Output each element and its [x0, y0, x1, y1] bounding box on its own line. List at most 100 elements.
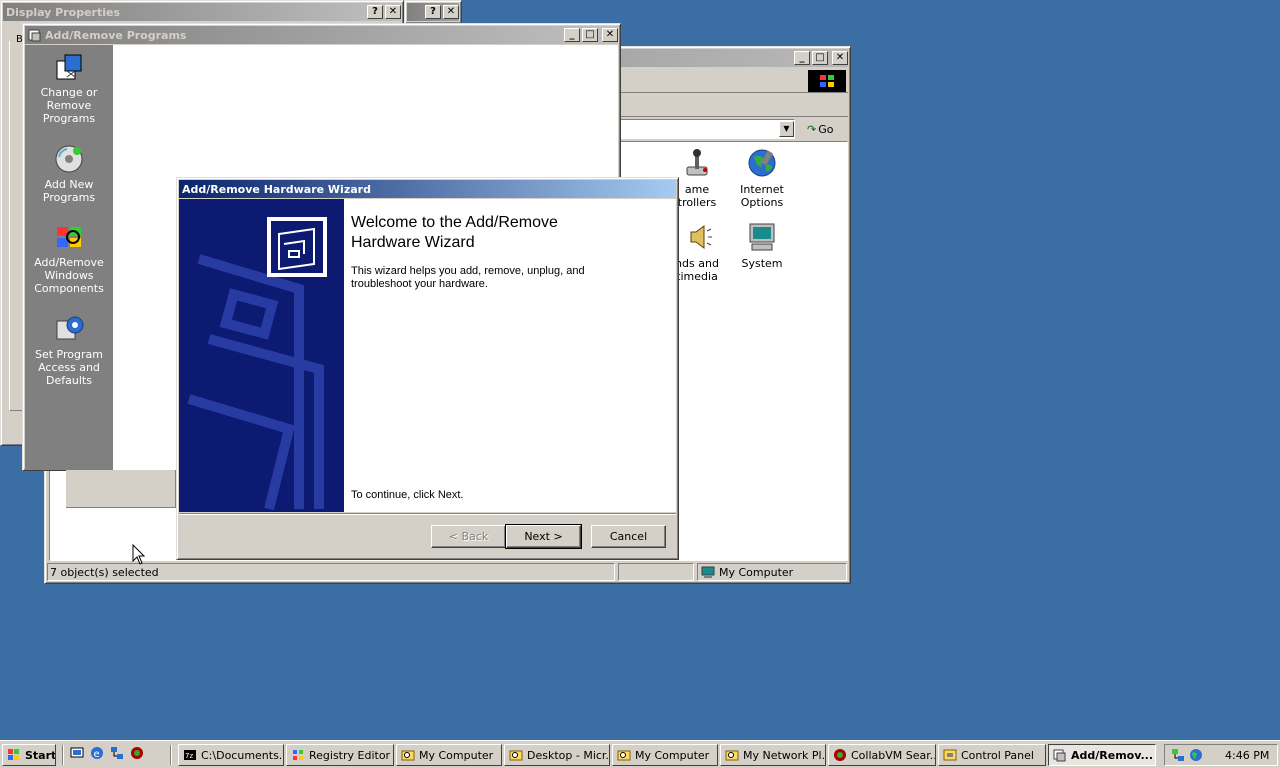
task-desktop[interactable]: Desktop - Micr... [504, 744, 610, 766]
taskbar: Start e 7z C:\Documents... Registry Edit… [0, 740, 1280, 768]
add-new-programs-button[interactable]: Add New Programs [25, 143, 113, 204]
wizard-title: Add/Remove Hardware Wizard [182, 182, 371, 196]
network-icon[interactable] [110, 746, 124, 760]
add-new-programs-label: Add New Programs [42, 178, 96, 204]
wizard-content: Welcome to the Add/Remove Hardware Wizar… [344, 199, 676, 512]
task-my-computer-2[interactable]: My Computer [612, 744, 718, 766]
svg-text:7z: 7z [185, 752, 193, 760]
collabvm-icon[interactable] [130, 746, 144, 760]
task-collabvm-search[interactable]: CollabVM Sear... [828, 744, 936, 766]
hardware-wizard-window: Add/Remove Hardware Wizard Welcome to th… [176, 177, 679, 560]
go-button[interactable]: ↷ Go [803, 119, 843, 139]
wizard-body-text: This wizard helps you add, remove, unplu… [351, 265, 585, 290]
system-label: System [741, 257, 783, 270]
maximize-button[interactable]: □ [812, 51, 828, 65]
status-bar: 7 object(s) selected My Computer [47, 563, 848, 581]
status-location-text: My Computer [719, 565, 794, 579]
7zip-icon: 7z [184, 750, 196, 760]
folder-search-icon [401, 750, 415, 761]
add-remove-programs-icon [1053, 749, 1066, 762]
maximize-button[interactable]: □ [582, 28, 598, 42]
task-my-network-places[interactable]: My Network Pl... [720, 744, 826, 766]
wizard-banner [179, 199, 344, 512]
wizard-footer-text: To continue, click Next. [351, 489, 464, 501]
close-button[interactable]: ✕ [385, 5, 401, 19]
clock[interactable]: 4:46 PM [1225, 749, 1269, 762]
start-button[interactable]: Start [2, 744, 56, 766]
change-remove-label: Change or Remove Programs [40, 86, 98, 125]
next-button[interactable]: Next > [505, 524, 582, 549]
folder-search-icon [509, 750, 523, 761]
internet-explorer-icon[interactable]: e [90, 746, 104, 760]
add-remove-sidebar: Change or Remove Programs Add New Progra… [25, 45, 113, 470]
close-button[interactable]: ✕ [832, 51, 848, 65]
minimize-button[interactable]: _ [794, 51, 810, 65]
windows-components-label: Add/Remove Windows Components [34, 256, 104, 295]
task-label: C:\Documents... [201, 748, 284, 762]
set-program-access-button[interactable]: Set Program Access and Defaults [25, 313, 113, 387]
cancel-button[interactable]: Cancel [591, 525, 666, 548]
task-label: Control Panel [961, 748, 1034, 762]
wizard-banner-graphic [187, 217, 327, 511]
windows-logo-icon [808, 70, 846, 92]
show-desktop-icon[interactable] [70, 746, 84, 760]
change-remove-icon [56, 54, 82, 80]
task-label: Desktop - Micr... [527, 748, 610, 762]
windows-start-icon [8, 749, 19, 760]
task-add-remove[interactable]: Add/Remov... [1048, 744, 1156, 766]
background-pane [66, 470, 176, 508]
folder-search-icon [725, 750, 739, 761]
collabvm-icon [834, 749, 846, 761]
close-button-2[interactable]: ✕ [443, 5, 459, 19]
program-access-label: Set Program Access and Defaults [35, 348, 103, 387]
wizard-titlebar[interactable]: Add/Remove Hardware Wizard [179, 180, 676, 198]
add-remove-title: Add/Remove Programs [45, 28, 187, 42]
go-arrow-icon: ↷ [807, 122, 817, 136]
add-remove-windows-components-button[interactable]: Add/Remove Windows Components [25, 221, 113, 295]
speaker-icon [690, 225, 712, 249]
windows-components-icon [57, 227, 81, 247]
task-my-computer-1[interactable]: My Computer [396, 744, 502, 766]
task-label: Registry Editor [309, 748, 391, 762]
quicklaunch: e [70, 746, 144, 760]
task-label: My Computer [419, 748, 494, 762]
tasks-separator [170, 745, 172, 765]
registry-icon [293, 750, 303, 760]
status-location: My Computer [697, 563, 847, 581]
task-registry-editor[interactable]: Registry Editor [286, 744, 394, 766]
system-icon-item[interactable]: System [722, 221, 802, 270]
display-properties-title: Display Properties [6, 5, 121, 19]
minimize-button[interactable]: _ [564, 28, 580, 42]
mouse-cursor-icon [132, 544, 146, 565]
network-tray-icon[interactable] [1171, 748, 1185, 762]
display-properties-titlebar[interactable]: Display Properties [3, 3, 401, 21]
address-input[interactable] [615, 119, 795, 139]
globe-icon [748, 149, 776, 177]
globe-tray-icon[interactable] [1189, 748, 1203, 762]
internet-options-icon-item[interactable]: Internet Options [722, 147, 802, 209]
address-dropdown-button[interactable]: ▼ [779, 121, 794, 137]
change-remove-programs-button[interactable]: Change or Remove Programs [25, 51, 113, 125]
wizard-separator [179, 513, 676, 515]
status-selected-text: 7 object(s) selected [50, 566, 159, 579]
back-button[interactable]: < Back [431, 525, 506, 548]
help-button-2[interactable]: ? [425, 5, 441, 19]
task-label: My Network Pl... [743, 748, 826, 762]
wizard-heading: Welcome to the Add/Remove Hardware Wizar… [351, 214, 558, 251]
help-button[interactable]: ? [367, 5, 383, 19]
task-label: Add/Remov... [1071, 748, 1154, 762]
program-access-icon [56, 316, 84, 340]
quicklaunch-separator [62, 745, 64, 765]
internet-options-label: Internet Options [740, 183, 784, 209]
joystick-icon [686, 149, 708, 176]
add-remove-titlebar[interactable]: Add/Remove Programs [25, 26, 618, 44]
status-middle [618, 563, 694, 581]
control-panel-icon [943, 749, 957, 761]
go-label: Go [818, 122, 834, 136]
task-documents[interactable]: 7z C:\Documents... [178, 744, 284, 766]
cd-icon [55, 145, 83, 173]
close-button[interactable]: ✕ [602, 28, 618, 42]
folder-search-icon [617, 750, 631, 761]
my-computer-small-icon [701, 566, 715, 578]
task-control-panel[interactable]: Control Panel [938, 744, 1046, 766]
